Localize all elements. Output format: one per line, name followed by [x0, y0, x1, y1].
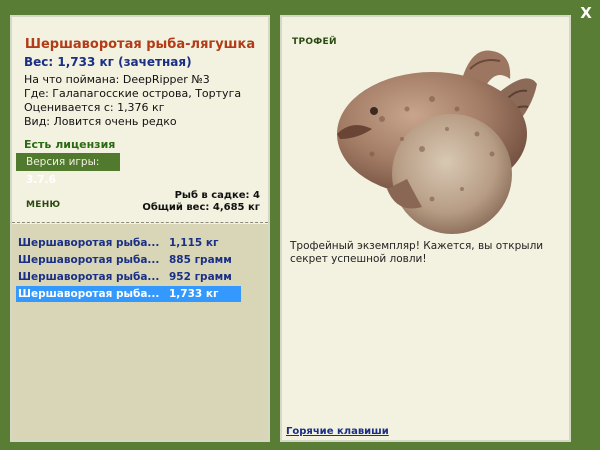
catch-name: Шершаворотая рыба... — [18, 254, 160, 266]
catch-weight: 1,733 кг — [169, 288, 219, 300]
info-bait: На что поймана: DeepRipper №3 — [24, 73, 210, 86]
keepnet-stats: Рыб в садке: 4 Общий вес: 4,685 кг — [142, 190, 260, 214]
catch-row[interactable]: Шершаворотая рыба... 885 грамм — [16, 252, 241, 268]
catch-name: Шершаворотая рыба... — [18, 271, 160, 283]
catch-name: Шершаворотая рыба... — [18, 288, 160, 300]
info-location: Где: Галапагосские острова, Тортуга — [24, 87, 242, 100]
total-weight: Общий вес: 4,685 кг — [142, 202, 260, 213]
info-rated-from: Оценивается с: 1,376 кг — [24, 101, 165, 114]
version-value: 3.7.6 — [26, 174, 56, 186]
fish-weight: Вес: 1,733 кг (зачетная) — [24, 55, 192, 69]
catch-list: Шершаворотая рыба... 1,115 кг Шершаворот… — [12, 224, 268, 440]
catch-row-selected[interactable]: Шершаворотая рыба... 1,733 кг — [16, 286, 241, 302]
frogfish-image — [337, 50, 537, 234]
catch-weight: 1,115 кг — [169, 237, 219, 249]
catch-row[interactable]: Шершаворотая рыба... 1,115 кг — [16, 235, 241, 251]
catch-name: Шершаворотая рыба... — [18, 237, 160, 249]
license-status: Есть лицензия — [24, 138, 116, 151]
divider — [12, 222, 268, 223]
catch-weight: 952 грамм — [169, 271, 232, 283]
fish-belly — [392, 114, 512, 234]
catch-weight: 885 грамм — [169, 254, 232, 266]
close-button[interactable]: X — [578, 4, 594, 22]
version-label: Версия игры: — [26, 156, 100, 168]
catch-row[interactable]: Шершаворотая рыба... 952 грамм — [16, 269, 241, 285]
trophy-panel: ТРОФЕЙ Трофейный экземпляр! Кажется, вы … — [280, 15, 571, 442]
fish-title: Шершаворотая рыба-лягушка — [24, 37, 256, 52]
version-badge: Версия игры: 3.7.6 — [16, 153, 120, 186]
menu-button[interactable]: МЕНЮ — [26, 200, 60, 210]
fish-count: Рыб в садке: 4 — [174, 190, 260, 201]
trophy-description: Трофейный экземпляр! Кажется, вы открыли… — [290, 240, 544, 265]
fish-info-panel: Шершаворотая рыба-лягушка Вес: 1,733 кг … — [10, 15, 270, 442]
hotkeys-link[interactable]: Горячие клавиши — [286, 426, 389, 437]
info-rarity: Вид: Ловится очень редко — [24, 115, 177, 128]
